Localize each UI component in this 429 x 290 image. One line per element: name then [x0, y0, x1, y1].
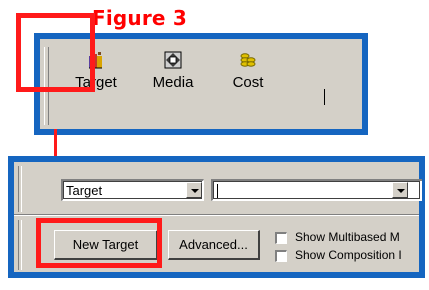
- target-name-combo[interactable]: [211, 179, 422, 201]
- toolbar-cost-label: Cost: [232, 74, 264, 91]
- figure-title: Figure 3: [92, 6, 187, 30]
- target-type-value: Target: [66, 183, 103, 198]
- bar-grip-top[interactable]: [18, 166, 22, 212]
- multibased-checkbox-label: Show Multibased M: [295, 230, 400, 244]
- media-icon: [164, 51, 182, 74]
- advanced-button[interactable]: Advanced...: [168, 230, 260, 260]
- composition-checkbox-label: Show Composition I: [295, 248, 402, 262]
- target-highlight-box: [16, 13, 95, 92]
- bar-grip-bottom[interactable]: [18, 220, 22, 270]
- chevron-down-icon[interactable]: [186, 182, 202, 198]
- multibased-checkbox[interactable]: [275, 232, 287, 244]
- new-target-highlight-box: [36, 218, 162, 268]
- target-type-select[interactable]: Target: [61, 179, 204, 201]
- coins-icon: [240, 51, 256, 74]
- text-caret: [217, 184, 218, 198]
- composition-checkbox[interactable]: [275, 250, 287, 262]
- toolbar-cost-button[interactable]: Cost: [218, 39, 278, 109]
- chevron-down-icon[interactable]: [392, 182, 408, 198]
- truncated-toolbar-item: [324, 89, 325, 105]
- toolbar-media-button[interactable]: Media: [143, 39, 203, 109]
- bar-divider: [14, 214, 419, 216]
- toolbar-media-label: Media: [152, 74, 194, 91]
- connector-line: [54, 129, 57, 158]
